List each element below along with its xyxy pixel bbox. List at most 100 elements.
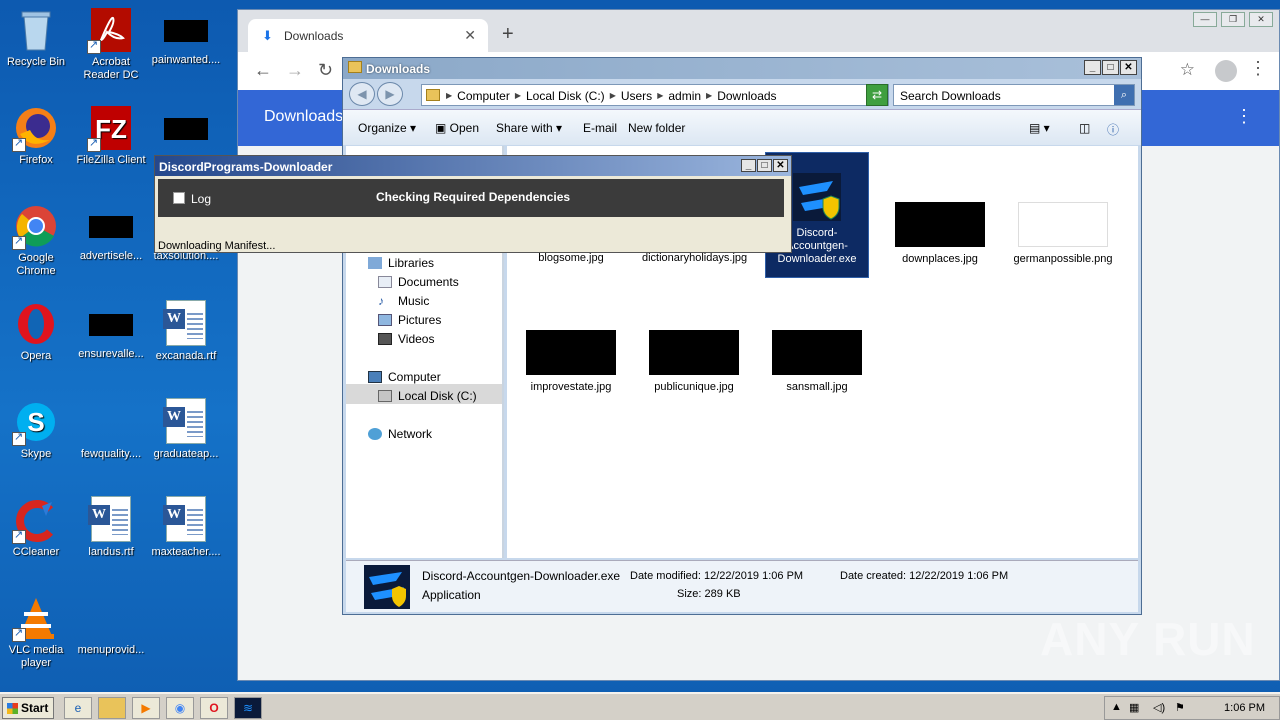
app-exe-icon (364, 565, 410, 609)
search-icon[interactable]: ⌕ (1114, 85, 1134, 105)
desktop-icon-hidden-file[interactable] (148, 104, 224, 152)
new-tab-button[interactable]: + (502, 23, 514, 46)
ie-taskbar-icon[interactable]: e (64, 697, 92, 719)
desktop-icon-acrobat[interactable]: Acrobat Reader DC (73, 6, 149, 82)
refresh-button[interactable]: ⇄ (866, 84, 888, 106)
desktop-icon-excanada[interactable]: excanada.rtf (148, 300, 224, 363)
breadcrumb-item[interactable]: Downloads (717, 89, 776, 103)
desktop-icon-fewquality[interactable]: fewquality.... (73, 398, 149, 461)
address-bar[interactable]: ▶ Computer ▶ Local Disk (C:) ▶ Users ▶ a… (421, 84, 889, 106)
tray-expand-icon[interactable]: ▲ (1111, 701, 1122, 713)
desktop-icon-label: Firefox (19, 154, 53, 166)
details-pane: Discord-Accountgen-Downloader.exe Applic… (346, 560, 1138, 612)
media-player-taskbar-icon[interactable]: ▶ (132, 697, 160, 719)
desktop-icon-skype[interactable]: S Skype (0, 398, 74, 461)
file-item-dictionaryholidays[interactable]: dictionaryholidays.jpg (642, 252, 747, 265)
close-button[interactable]: ✕ (1120, 60, 1137, 75)
minimize-button[interactable]: _ (1084, 60, 1101, 75)
file-item-improvestate[interactable]: improvestate.jpg (519, 330, 623, 394)
search-placeholder: Search Downloads (900, 89, 1001, 103)
restore-button[interactable]: ❐ (1221, 12, 1245, 27)
file-item-publicunique[interactable]: publicunique.jpg (642, 330, 746, 394)
nav-item-music[interactable]: ♪ Music (378, 294, 429, 308)
nav-item-local-disk[interactable]: Local Disk (C:) (378, 389, 477, 403)
close-tab-icon[interactable]: ✕ (464, 27, 476, 44)
desktop-icon-opera[interactable]: Opera (0, 300, 74, 363)
desktop-icon-ensurevalle[interactable]: ensurevalle... (73, 300, 149, 361)
new-folder-button[interactable]: New folder (628, 121, 685, 135)
profile-avatar[interactable] (1215, 60, 1237, 82)
volume-tray-icon[interactable]: ◁) (1153, 701, 1165, 714)
desktop-icon-label: excanada.rtf (155, 350, 217, 362)
details-size: Size: 289 KB (677, 588, 741, 600)
chrome-menu-icon[interactable]: ⋮ (1249, 58, 1267, 79)
documents-icon (378, 276, 392, 288)
view-options-icon[interactable]: ▤ ▾ (1029, 121, 1050, 135)
more-actions-icon[interactable]: ⋮ (1235, 106, 1253, 127)
breadcrumb-item[interactable]: Computer (457, 89, 510, 103)
discord-downloader-taskbar-icon[interactable]: ≋ (234, 697, 262, 719)
nav-item-libraries[interactable]: Libraries (368, 256, 434, 270)
file-item-downplaces[interactable]: downplaces.jpg (888, 202, 992, 266)
skype-icon: S (12, 398, 60, 446)
folder-icon (426, 89, 440, 101)
forward-button[interactable]: ▶ (377, 82, 403, 106)
close-button[interactable]: ✕ (1249, 12, 1273, 27)
network-tray-icon[interactable]: ▦ (1129, 701, 1139, 714)
close-button[interactable]: ✕ (773, 159, 788, 172)
desktop-icon-label: ensurevalle... (78, 348, 144, 360)
nav-item-videos[interactable]: Videos (378, 332, 434, 346)
breadcrumb-item[interactable]: admin (668, 89, 701, 103)
forward-arrow-icon[interactable]: → (286, 60, 304, 81)
explorer-taskbar-icon[interactable] (98, 697, 126, 719)
share-with-menu[interactable]: Share with ▾ (496, 121, 562, 135)
log-checkbox[interactable] (173, 192, 185, 204)
discord-status-panel: Log Checking Required Dependencies (158, 179, 784, 217)
opera-taskbar-icon[interactable]: O (200, 697, 228, 719)
file-item-sansmall[interactable]: sansmall.jpg (765, 330, 869, 394)
chrome-taskbar-icon[interactable]: ◉ (166, 697, 194, 719)
desktop-icon-landus[interactable]: landus.rtf (73, 496, 149, 559)
pictures-icon (378, 314, 392, 326)
back-button[interactable]: ◀ (349, 82, 375, 106)
reload-icon[interactable]: ↻ (318, 60, 333, 81)
start-button[interactable]: Start (2, 697, 54, 719)
breadcrumb-item[interactable]: Users (621, 89, 652, 103)
breadcrumb-item[interactable]: Local Disk (C:) (526, 89, 605, 103)
nav-item-pictures[interactable]: Pictures (378, 313, 441, 327)
minimize-button[interactable]: — (1193, 12, 1217, 27)
email-button[interactable]: E-mail (583, 121, 617, 135)
desktop-icon-advertisele[interactable]: advertisele... (73, 202, 149, 263)
file-item-germanpossible[interactable]: germanpossible.png (1011, 202, 1115, 266)
desktop-icon-graduateap[interactable]: graduateap... (148, 398, 224, 461)
desktop-icon-chrome[interactable]: Google Chrome (0, 202, 74, 278)
search-input[interactable]: Search Downloads ⌕ (893, 84, 1135, 106)
nav-item-computer[interactable]: Computer (368, 370, 441, 384)
desktop-icon-recycle-bin[interactable]: Recycle Bin (0, 6, 74, 69)
file-item-blogsome[interactable]: blogsome.jpg (519, 252, 623, 265)
maximize-button[interactable]: □ (1102, 60, 1119, 75)
desktop-icon-painwanted[interactable]: painwanted.... (148, 6, 224, 67)
desktop-icon-firefox[interactable]: Firefox (0, 104, 74, 167)
maximize-button[interactable]: □ (757, 159, 772, 172)
desktop-icon-menuprovid[interactable]: menuprovid... (73, 594, 149, 657)
desktop-icon-ccleaner[interactable]: CCleaner (0, 496, 74, 559)
chrome-tab-downloads[interactable]: ⬇ Downloads ✕ (248, 19, 488, 52)
image-thumbnail (895, 202, 985, 247)
nav-item-network[interactable]: Network (368, 427, 432, 441)
open-button[interactable]: ▣ Open (435, 121, 479, 135)
help-icon[interactable]: ⓘ (1107, 121, 1119, 138)
desktop-icon-label: VLC media player (8, 644, 64, 669)
back-arrow-icon[interactable]: ← (254, 60, 272, 81)
nav-item-documents[interactable]: Documents (378, 275, 459, 289)
action-center-flag-icon[interactable]: ⚑ (1175, 701, 1185, 714)
preview-pane-icon[interactable]: ◫ (1079, 121, 1090, 135)
ccleaner-icon (12, 496, 60, 544)
desktop-icon-vlc[interactable]: VLC media player (0, 594, 74, 670)
bookmark-star-icon[interactable]: ☆ (1180, 60, 1195, 80)
organize-menu[interactable]: Organize ▾ (358, 121, 416, 135)
explorer-title: Downloads (366, 62, 431, 76)
minimize-button[interactable]: _ (741, 159, 756, 172)
desktop-icon-maxteacher[interactable]: maxteacher.... (148, 496, 224, 559)
desktop-icon-filezilla[interactable]: FZ FileZilla Client (73, 104, 149, 167)
